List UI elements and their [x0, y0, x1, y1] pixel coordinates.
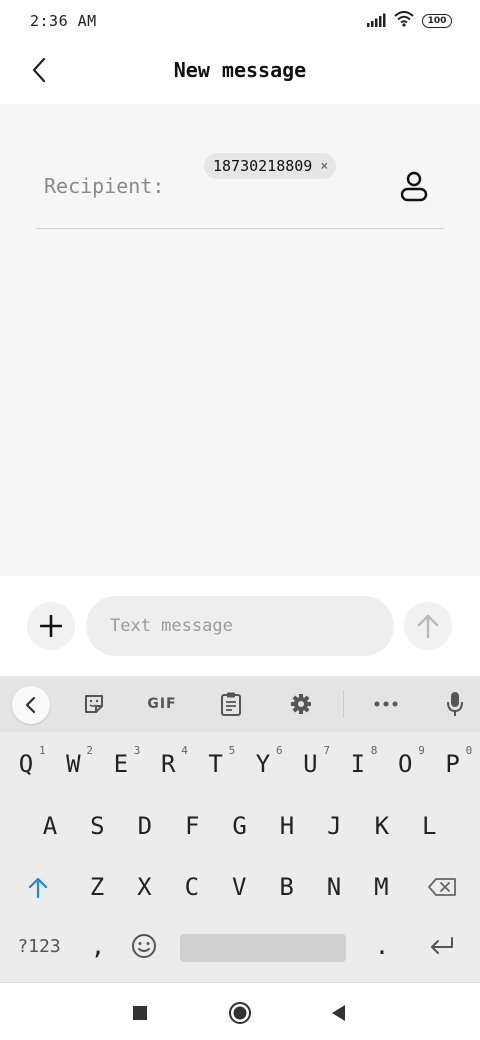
key-f[interactable]: F	[169, 800, 215, 852]
key-hint-8: 8	[370, 744, 378, 757]
message-input[interactable]	[86, 596, 394, 656]
status-bar: 2:36 AM 100	[0, 0, 480, 42]
contact-person-icon	[400, 171, 428, 202]
recipient-row[interactable]: Recipient: 18730218809 ×	[36, 144, 444, 229]
shift-key[interactable]	[14, 861, 62, 913]
key-hint-1: 1	[39, 744, 46, 757]
key-v[interactable]: V	[216, 861, 262, 913]
backspace-icon	[428, 878, 456, 896]
contact-picker-button[interactable]	[396, 168, 432, 204]
key-hint-9: 9	[418, 744, 425, 757]
emoji-icon	[132, 934, 156, 958]
keyboard-toolbar: GIF	[0, 676, 480, 732]
key-hint-3: 3	[133, 744, 141, 757]
soft-keyboard: GIF Q 1 W 2 E 3 R 4 T 5 Y 6 U 7 I 8 O 9 …	[0, 676, 480, 982]
key-l[interactable]: L	[406, 800, 452, 852]
mic-icon[interactable]	[436, 686, 474, 722]
signal-icon	[366, 12, 386, 31]
message-body-area: Recipient: 18730218809 ×	[0, 104, 480, 576]
more-icon[interactable]	[367, 686, 405, 722]
page-title: New message	[173, 58, 307, 82]
home-circle-icon[interactable]	[224, 997, 256, 1029]
clipboard-icon[interactable]	[212, 686, 250, 722]
toolbar-divider	[343, 690, 344, 718]
shift-arrow-icon	[28, 877, 48, 898]
key-hint-7: 7	[323, 744, 331, 757]
send-arrow-icon	[417, 614, 439, 639]
key-a[interactable]: A	[27, 800, 73, 852]
enter-icon	[431, 937, 453, 954]
key-s[interactable]: S	[74, 800, 120, 852]
gif-button[interactable]: GIF	[140, 686, 184, 722]
back-triangle-icon[interactable]	[322, 997, 354, 1029]
key-d[interactable]: D	[122, 800, 168, 852]
status-icons: 100	[366, 11, 452, 31]
recipient-chip[interactable]: 18730218809 ×	[204, 153, 337, 179]
plus-icon	[40, 615, 62, 637]
key-g[interactable]: G	[217, 800, 263, 852]
recents-square-icon[interactable]	[124, 997, 156, 1029]
wifi-icon	[394, 11, 414, 31]
system-nav-bar	[0, 982, 480, 1040]
collapse-chevron-icon[interactable]	[12, 686, 50, 724]
enter-key[interactable]	[418, 920, 466, 972]
recipient-chip-value: 18730218809	[213, 157, 313, 175]
sticker-icon[interactable]	[75, 686, 113, 722]
key-c[interactable]: C	[169, 861, 215, 913]
key-hint-6: 6	[276, 744, 283, 757]
battery-icon: 100	[422, 14, 452, 28]
key-hint-2: 2	[86, 744, 94, 757]
send-button[interactable]	[404, 602, 452, 650]
key-hint-0: 0	[465, 744, 473, 757]
key-m[interactable]: M	[358, 861, 404, 913]
key-n[interactable]: N	[311, 861, 357, 913]
compose-bar	[0, 576, 480, 676]
key-j[interactable]: J	[311, 800, 357, 852]
backspace-key[interactable]	[418, 861, 466, 913]
gif-label: GIF	[147, 696, 177, 712]
key-hint-4: 4	[181, 744, 188, 757]
key-h[interactable]: H	[264, 800, 310, 852]
key-b[interactable]: B	[264, 861, 310, 913]
space-key[interactable]	[180, 934, 346, 962]
app-header: New message	[0, 42, 480, 104]
status-time: 2:36 AM	[30, 12, 97, 30]
key-hint-5: 5	[228, 744, 236, 757]
add-attachment-button[interactable]	[27, 602, 75, 650]
comma-key[interactable]: ,	[76, 920, 120, 972]
period-key[interactable]: .	[360, 920, 404, 972]
symbols-key[interactable]: ?123	[10, 920, 68, 972]
emoji-key[interactable]	[122, 920, 166, 972]
key-z[interactable]: Z	[74, 861, 120, 913]
key-k[interactable]: K	[359, 800, 405, 852]
key-x[interactable]: X	[121, 861, 167, 913]
chip-remove-icon[interactable]: ×	[320, 159, 328, 174]
recipient-label: Recipient:	[44, 174, 165, 198]
gear-icon[interactable]	[282, 686, 320, 722]
